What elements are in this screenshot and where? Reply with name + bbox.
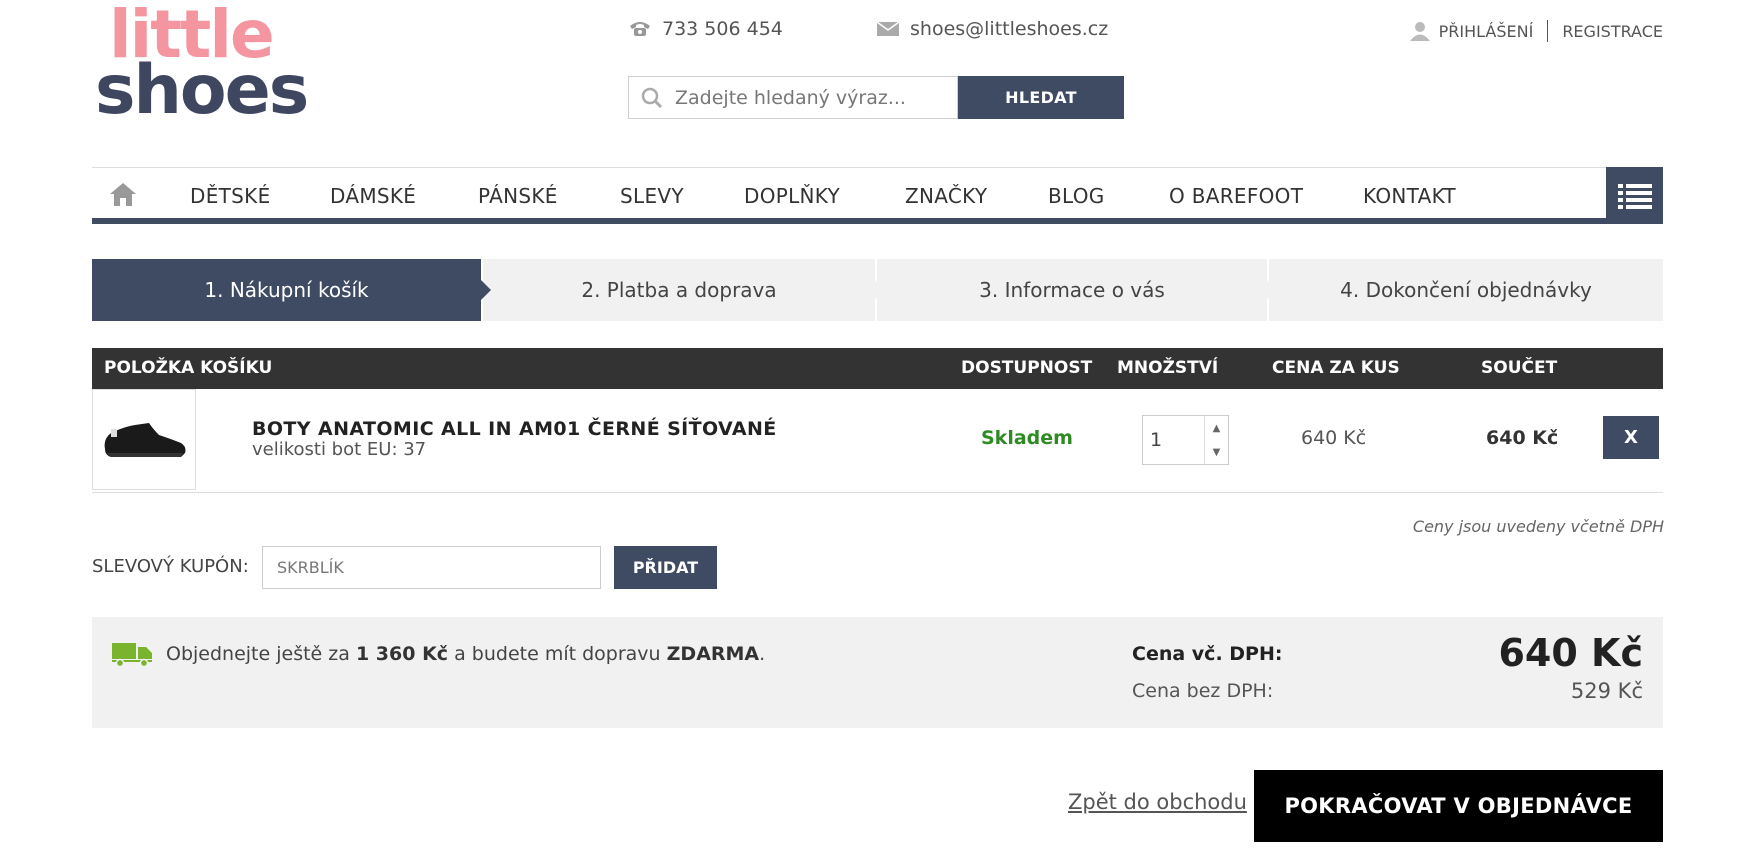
truck-icon — [112, 643, 152, 667]
logo-text-shoes: shoes — [95, 51, 309, 130]
product-thumbnail[interactable] — [92, 389, 196, 490]
ship-amount: 1 360 Kč — [355, 643, 449, 665]
register-link[interactable]: REGISTRACE — [1562, 22, 1663, 41]
order-summary: Objednejte ještě za 1 360 Kč a budete mí… — [92, 617, 1663, 728]
divider — [1547, 20, 1549, 42]
nav-item-detske[interactable]: DĚTSKÉ — [190, 184, 271, 208]
cart-table-header: POLOŽKA KOŠÍKU DOSTUPNOST MNOŽSTVÍ CENA … — [92, 348, 1663, 389]
phone-number: 733 506 454 — [662, 18, 783, 40]
nav-item-o-barefoot[interactable]: O BAREFOOT — [1169, 184, 1303, 208]
account-links: PŘIHLÁŠENÍ REGISTRACE — [1409, 20, 1663, 42]
remove-item-button[interactable]: X — [1603, 416, 1659, 459]
continue-order-button[interactable]: POKRAČOVAT V OBJEDNÁVCE — [1254, 770, 1663, 842]
ship-text-mid: a budete mít dopravu — [454, 643, 661, 665]
header-unit-price: CENA ZA KUS — [1272, 358, 1400, 378]
table-row: BOTY ANATOMIC ALL IN AM01 ČERNÉ SÍŤOVANÉ… — [92, 389, 1663, 493]
email-contact[interactable]: shoes@littleshoes.cz — [876, 18, 1108, 40]
free-shipping-message: Objednejte ještě za 1 360 Kč a budete mí… — [112, 641, 765, 667]
user-icon — [1409, 22, 1430, 41]
add-coupon-button[interactable]: PŘIDAT — [614, 546, 717, 589]
envelope-icon — [876, 21, 900, 36]
price-vat-value: 640 Kč — [1498, 631, 1643, 675]
step-payment[interactable]: 2. Platba a doprava — [483, 259, 883, 321]
header-availability: DOSTUPNOST — [961, 358, 1093, 378]
search-icon — [641, 87, 663, 108]
phone-contact: 733 506 454 — [628, 18, 783, 40]
email-address[interactable]: shoes@littleshoes.cz — [910, 18, 1108, 40]
product-variant: velikosti bot EU: 37 — [252, 439, 427, 460]
vat-note: Ceny jsou uvedeny včetně DPH — [1412, 517, 1664, 536]
menu-list-icon[interactable] — [1606, 167, 1663, 224]
search-input[interactable]: Zadejte hledaný výraz... — [628, 76, 958, 119]
step-info[interactable]: 3. Informace o vás — [877, 259, 1275, 321]
coupon-input[interactable]: SKRBLÍK — [262, 546, 601, 589]
quantity-down-icon[interactable]: ▼ — [1205, 440, 1228, 464]
product-name[interactable]: BOTY ANATOMIC ALL IN AM01 ČERNÉ SÍŤOVANÉ — [252, 418, 777, 440]
header-item: POLOŽKA KOŠÍKU — [104, 358, 273, 378]
unit-price: 640 Kč — [1301, 427, 1367, 449]
ship-text-pre: Objednejte ještě za — [166, 643, 350, 665]
site-logo[interactable]: little shoes — [95, 2, 309, 130]
price-novat-value: 529 Kč — [1570, 679, 1643, 703]
nav-item-slevy[interactable]: SLEVY — [620, 184, 684, 208]
nav-item-doplnky[interactable]: DOPLŇKY — [744, 184, 840, 208]
step-finish[interactable]: 4. Dokončení objednávky — [1269, 259, 1663, 321]
home-icon[interactable] — [109, 181, 137, 211]
back-to-shop-link[interactable]: Zpět do obchodu — [1068, 790, 1247, 814]
price-vat-label: Cena vč. DPH: — [1132, 643, 1283, 665]
quantity-value: 1 — [1150, 429, 1163, 451]
quantity-up-icon[interactable]: ▲ — [1205, 416, 1228, 440]
nav-item-blog[interactable]: BLOG — [1048, 184, 1105, 208]
nav-item-kontakt[interactable]: KONTAKT — [1363, 184, 1456, 208]
search-placeholder: Zadejte hledaný výraz... — [675, 86, 906, 109]
login-link[interactable]: PŘIHLÁŠENÍ — [1439, 22, 1534, 41]
ship-free: ZDARMA — [666, 643, 760, 665]
quantity-stepper[interactable]: 1 ▲ ▼ — [1142, 415, 1229, 465]
row-total: 640 Kč — [1486, 427, 1559, 449]
search-button[interactable]: HLEDAT — [958, 76, 1124, 119]
checkout-steps: 1. Nákupní košík 2. Platba a doprava 3. … — [92, 259, 1663, 321]
header-total: SOUČET — [1481, 358, 1558, 378]
header-quantity: MNOŽSTVÍ — [1117, 358, 1219, 378]
shoe-image — [104, 422, 186, 457]
ship-text-end: . — [759, 643, 766, 665]
step-cart[interactable]: 1. Nákupní košík — [92, 259, 491, 321]
phone-icon — [630, 22, 650, 36]
nav-item-znacky[interactable]: ZNAČKY — [905, 184, 987, 208]
nav-item-panske[interactable]: PÁNSKÉ — [478, 184, 558, 208]
price-novat-label: Cena bez DPH: — [1132, 680, 1274, 702]
availability-status: Skladem — [981, 427, 1073, 449]
main-navigation: DĚTSKÉ DÁMSKÉ PÁNSKÉ SLEVY DOPLŇKY ZNAČK… — [92, 167, 1663, 224]
coupon-label: SLEVOVÝ KUPÓN: — [92, 556, 249, 577]
nav-item-damske[interactable]: DÁMSKÉ — [330, 184, 416, 208]
